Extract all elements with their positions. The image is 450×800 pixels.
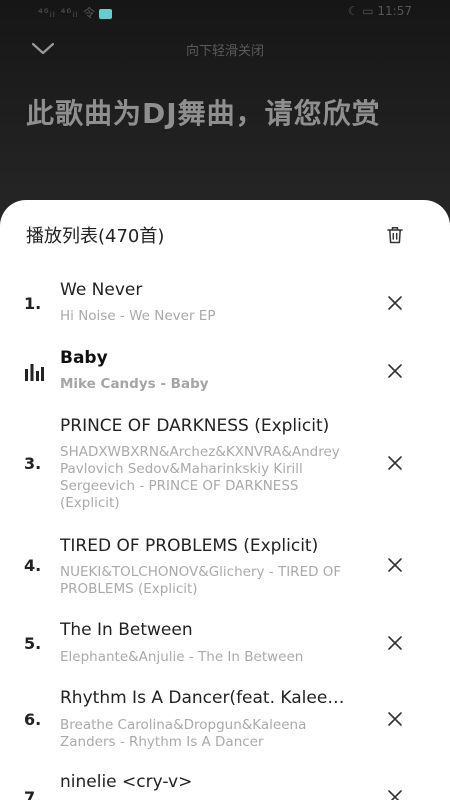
close-icon[interactable]: [386, 634, 404, 652]
playlist-item[interactable]: 5. The In Between Elephante&Anjulie - Th…: [0, 620, 450, 672]
song-title: The In Between: [60, 620, 193, 640]
playlist-item[interactable]: 1. We Never Hi Noise - We Never EP: [0, 278, 450, 340]
song-title: PRINCE OF DARKNESS (Explicit): [60, 416, 330, 436]
song-index: 3.: [24, 454, 42, 473]
close-icon[interactable]: [386, 710, 404, 728]
song-title: Rhythm Is A Dancer(feat. Kaleena Zanders…: [60, 688, 350, 708]
song-artist-album: Hi Noise - We Never EP: [60, 308, 216, 324]
playlist-header: 播放列表(470首): [0, 200, 450, 270]
song-index: 1.: [24, 294, 42, 313]
song-title: Baby: [60, 348, 108, 368]
song-title: ninelie <cry-v>: [60, 772, 193, 792]
song-title: We Never: [60, 280, 143, 300]
song-index: 5.: [24, 634, 42, 653]
song-artist-album: Breathe Carolina&Dropgun&Kaleena Zanders…: [60, 717, 307, 750]
signal-indicators: ⁴⁶ᵢₗ ⁴⁶ᵢₗ 令: [38, 4, 113, 21]
playlist-item[interactable]: 4. TIRED OF PROBLEMS (Explicit) NUEKI&TO…: [0, 534, 450, 600]
playlist-title: 播放列表(470首): [26, 226, 165, 247]
close-icon[interactable]: [386, 362, 404, 380]
playlist-item-playing[interactable]: Baby Mike Candys - Baby: [0, 346, 450, 408]
close-icon[interactable]: [386, 454, 404, 472]
song-title: TIRED OF PROBLEMS (Explicit): [60, 536, 319, 556]
close-icon[interactable]: [386, 788, 404, 800]
song-artist-album: NUEKI&TOLCHONOV&Glichery - TIRED OF PROB…: [60, 564, 342, 597]
playlist-item[interactable]: 6. Rhythm Is A Dancer(feat. Kaleena Zand…: [0, 688, 450, 754]
clear-playlist-button[interactable]: [384, 224, 406, 246]
notification-icon: [99, 8, 113, 19]
song-artist-album: Elephante&Anjulie - The In Between: [60, 649, 304, 665]
song-index: 6.: [24, 710, 42, 729]
playlist-sheet: 播放列表(470首) 1. We Never Hi Noise - We Nev…: [0, 200, 450, 800]
song-index: 7.: [24, 788, 42, 800]
clock-battery: ☾ ▭ 11:57: [347, 4, 412, 18]
song-artist-album: Mike Candys - Baby: [60, 376, 209, 392]
status-bar: ⁴⁶ᵢₗ ⁴⁶ᵢₗ 令 ☾ ▭ 11:57: [0, 0, 450, 24]
equalizer-icon: [25, 364, 44, 381]
song-index: 4.: [24, 556, 42, 575]
playlist-item[interactable]: 3. PRINCE OF DARKNESS (Explicit) SHADXWB…: [0, 414, 450, 518]
song-artist-album: SHADXWBXRN&Archez&KXNVRA&Andrey Pavlovic…: [60, 444, 340, 511]
playlist-item[interactable]: 7. ninelie <cry-v>: [0, 772, 450, 800]
trash-icon: [387, 227, 403, 244]
close-icon[interactable]: [386, 556, 404, 574]
close-icon[interactable]: [386, 294, 404, 312]
swipe-down-hint: 向下轻滑关闭: [185, 44, 264, 59]
dj-notice: 此歌曲为DJ舞曲，请您欣赏: [26, 97, 381, 130]
